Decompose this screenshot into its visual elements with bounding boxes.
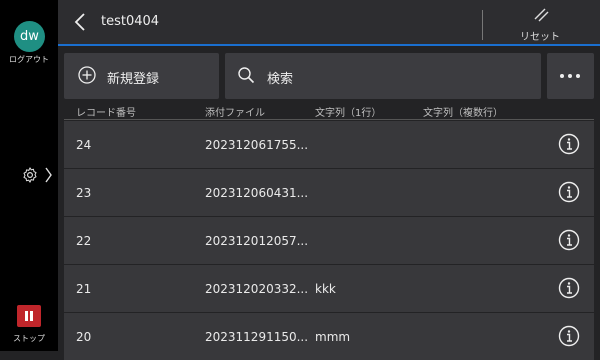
gear-icon[interactable] xyxy=(21,166,39,184)
attachment-file: 202312020332... xyxy=(205,282,309,296)
new-record-label: 新規登録 xyxy=(107,72,160,87)
info-icon[interactable] xyxy=(558,229,580,251)
text-single-line: mmm xyxy=(315,330,351,344)
info-icon[interactable] xyxy=(558,181,580,203)
info-icon[interactable] xyxy=(558,325,580,347)
stop-button[interactable] xyxy=(17,305,41,327)
reset-button[interactable]: リセット xyxy=(512,28,568,43)
column-header-attachment: 添付ファイル xyxy=(205,108,265,119)
record-number: 20 xyxy=(76,330,92,344)
table-row[interactable]: 24 202312061755... xyxy=(64,121,594,168)
header-divider xyxy=(482,10,483,40)
table-row[interactable]: 23 202312060431... xyxy=(64,169,594,216)
info-icon[interactable] xyxy=(558,133,580,155)
search-label: 検索 xyxy=(267,72,294,87)
header-accent-line xyxy=(58,44,600,46)
table-row[interactable]: 21 202312020332... kkk xyxy=(64,265,594,312)
search-icon xyxy=(238,67,255,84)
attachment-file: 202312061755... xyxy=(205,138,309,152)
back-arrow-icon[interactable] xyxy=(74,12,86,32)
reset-icon[interactable] xyxy=(532,6,550,24)
record-number: 24 xyxy=(76,138,92,152)
record-number: 22 xyxy=(76,234,92,248)
record-number: 23 xyxy=(76,186,92,200)
more-options-button[interactable] xyxy=(547,53,594,99)
header-divider-line xyxy=(64,119,594,120)
column-header-text-multi: 文字列（複数行） xyxy=(423,108,503,119)
table-row[interactable]: 20 202311291150... mmm xyxy=(64,313,594,360)
chevron-right-icon[interactable] xyxy=(44,166,53,184)
info-icon[interactable] xyxy=(558,277,580,299)
left-rail: dw ログアウト ストップ xyxy=(0,0,58,351)
table-row[interactable]: 22 202312012057... xyxy=(64,217,594,264)
record-number: 21 xyxy=(76,282,92,296)
user-avatar[interactable]: dw xyxy=(14,21,45,52)
attachment-file: 202311291150... xyxy=(205,330,309,344)
search-button[interactable]: 検索 xyxy=(225,53,541,99)
column-header-record-number: レコード番号 xyxy=(76,108,136,119)
logout-label[interactable]: ログアウト xyxy=(0,54,58,65)
attachment-file: 202312060431... xyxy=(205,186,309,200)
new-record-button[interactable]: 新規登録 xyxy=(64,53,219,99)
more-dots-icon xyxy=(560,74,580,78)
stop-label: ストップ xyxy=(13,334,45,343)
attachment-file: 202312012057... xyxy=(205,234,309,248)
text-single-line: kkk xyxy=(315,282,336,296)
plus-circle-icon xyxy=(78,66,96,84)
page-title: test0404 xyxy=(101,14,160,29)
column-header-text-single: 文字列（1行） xyxy=(315,108,382,119)
